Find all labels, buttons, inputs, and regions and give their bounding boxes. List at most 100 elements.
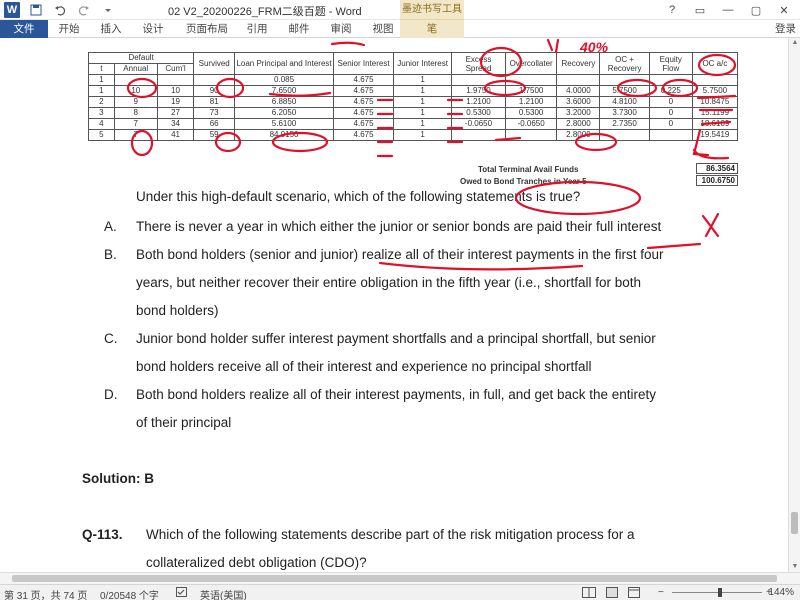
table-cell: 27 bbox=[156, 107, 195, 119]
document-page[interactable]: Default Survived Loan Principal and Inte… bbox=[0, 38, 800, 572]
window-controls: ? ▭ — ▢ ✕ bbox=[660, 1, 796, 19]
tab-insert[interactable]: 插入 bbox=[94, 20, 128, 38]
read-mode-icon[interactable] bbox=[582, 587, 596, 600]
table-cell: 0.085 bbox=[234, 74, 334, 86]
save-icon[interactable] bbox=[28, 2, 44, 18]
table-cell: 2.7350 bbox=[599, 118, 650, 130]
vertical-scrollbar[interactable]: ▲ ▼ bbox=[788, 38, 800, 572]
horizontal-scroll-thumb[interactable] bbox=[12, 575, 777, 582]
undo-icon[interactable] bbox=[52, 2, 68, 18]
option-d-letter: D. bbox=[104, 387, 118, 402]
table-cell bbox=[156, 74, 195, 86]
table-cell: 2.8000 bbox=[556, 129, 601, 141]
table-cell bbox=[451, 74, 506, 86]
summary-value-terminal-funds: 86.3564 bbox=[696, 163, 738, 174]
header-survived: Survived bbox=[193, 52, 236, 75]
table-row: 1 0.085 4.675 1 bbox=[88, 74, 739, 86]
table-cell: 4.8100 bbox=[599, 96, 650, 108]
table-cell: 15.1199 bbox=[691, 107, 739, 119]
table-row: 1 10 10 90 7.6500 4.675 1 1.9750 1.7500 4.0000 5.7… bbox=[88, 85, 739, 97]
table-cell: 1.2100 bbox=[451, 96, 506, 108]
table-cell bbox=[504, 129, 558, 141]
zoom-level[interactable]: 144% bbox=[768, 587, 794, 598]
redo-icon[interactable] bbox=[76, 2, 92, 18]
scroll-down-icon[interactable]: ▼ bbox=[789, 562, 800, 572]
table-cell: -0.0650 bbox=[451, 118, 506, 130]
option-b-line-2: years, but neither recover their entire … bbox=[136, 275, 642, 290]
summary-value-owed-tranches: 100.6750 bbox=[696, 175, 738, 186]
zoom-slider[interactable] bbox=[672, 592, 762, 593]
tab-view[interactable]: 视图 bbox=[366, 20, 400, 38]
print-layout-icon[interactable] bbox=[606, 587, 618, 600]
ribbon-display-icon[interactable]: ▭ bbox=[688, 1, 712, 19]
zoom-out-icon[interactable]: − bbox=[658, 587, 664, 598]
table-cell: 4.0000 bbox=[556, 85, 601, 97]
ribbon-tab-bar: 文件 开始 插入 设计 页面布局 引用 邮件 审阅 视图 笔 登录 bbox=[0, 20, 800, 38]
zoom-slider-handle[interactable] bbox=[718, 588, 722, 597]
option-c-letter: C. bbox=[104, 331, 118, 346]
table-cell: 73 bbox=[193, 107, 236, 119]
summary-label-owed-tranches: Owed to Bond Tranches in Year 5 bbox=[460, 177, 587, 186]
language-indicator[interactable]: 英语(美国) bbox=[200, 587, 247, 600]
table-cell: 1 bbox=[393, 107, 453, 119]
header-t: t bbox=[88, 63, 115, 75]
table-cell: 3.7300 bbox=[599, 107, 650, 119]
question-stem: Under this high-default scenario, which … bbox=[136, 189, 581, 204]
table-cell: 0.225 bbox=[648, 85, 693, 97]
minimize-icon[interactable]: — bbox=[716, 1, 740, 19]
tab-layout[interactable]: 页面布局 bbox=[178, 20, 236, 38]
table-cell: 1.2100 bbox=[504, 96, 558, 108]
table-cell: 9 bbox=[113, 96, 158, 108]
table-cell: 4.675 bbox=[332, 118, 395, 130]
next-question-line-2: collateralized debt obligation (CDO)? bbox=[146, 555, 367, 570]
tab-references[interactable]: 引用 bbox=[240, 20, 274, 38]
header-senior-interest: Senior Interest bbox=[332, 52, 395, 75]
header-annual: Annual bbox=[113, 63, 158, 75]
tab-home[interactable]: 开始 bbox=[52, 20, 86, 38]
option-d-line-2: of their principal bbox=[136, 415, 232, 430]
group-header-default: Default bbox=[87, 52, 195, 64]
option-d-line-1: Both bond holders realize all of their i… bbox=[136, 387, 657, 402]
option-b-line-1: Both bond holders (senior and junior) re… bbox=[136, 247, 664, 262]
table-cell: 0.5300 bbox=[504, 107, 558, 119]
customize-icon[interactable] bbox=[100, 2, 116, 18]
page-count[interactable]: 第 31 页，共 74 页 bbox=[4, 587, 87, 600]
table-cell bbox=[691, 74, 739, 86]
table-cell: 4.675 bbox=[332, 96, 395, 108]
help-icon[interactable]: ? bbox=[660, 1, 684, 19]
table-row: 4 7 34 66 5.6100 4.675 1 -0.0650 -0.0650 2.8000 2.… bbox=[88, 118, 739, 130]
word-count[interactable]: 0/20548 个字 bbox=[100, 587, 159, 600]
tab-pen[interactable]: 笔 bbox=[400, 20, 464, 38]
web-layout-icon[interactable] bbox=[628, 587, 640, 600]
title-bar: W 02 V2_20200226_FRM二级百题 - Word 墨迹书写工具 ?… bbox=[0, 0, 800, 20]
option-b-letter: B. bbox=[104, 247, 117, 262]
header-junior-interest: Junior Interest bbox=[393, 52, 453, 75]
table-cell: 7.6500 bbox=[234, 85, 334, 97]
restore-icon[interactable]: ▢ bbox=[744, 1, 768, 19]
tab-review[interactable]: 审阅 bbox=[324, 20, 358, 38]
tab-design[interactable]: 设计 bbox=[136, 20, 170, 38]
table-cell: 5 bbox=[88, 129, 115, 141]
horizontal-scrollbar[interactable] bbox=[0, 572, 800, 584]
close-icon[interactable]: ✕ bbox=[772, 1, 796, 19]
table-cell: 10 bbox=[113, 85, 158, 97]
tab-file[interactable]: 文件 bbox=[0, 20, 48, 38]
header-overcollater: Overcollater bbox=[504, 52, 558, 75]
table-cell bbox=[599, 74, 650, 86]
table-cell: 41 bbox=[156, 129, 195, 141]
table-cell: 0 bbox=[648, 118, 693, 130]
ink-underline-option-b bbox=[378, 261, 584, 271]
table-cell: 1 bbox=[88, 85, 115, 97]
ink-x-option-a bbox=[701, 212, 720, 238]
quick-access-toolbar: W bbox=[4, 2, 116, 18]
login-link[interactable]: 登录 bbox=[775, 20, 796, 38]
document-title: 02 V2_20200226_FRM二级百题 - Word bbox=[168, 6, 362, 18]
table-cell bbox=[648, 129, 693, 141]
table-cell bbox=[556, 74, 601, 86]
scroll-up-icon[interactable]: ▲ bbox=[789, 38, 800, 48]
vertical-scroll-thumb[interactable] bbox=[791, 512, 798, 534]
table-cell: 5.7500 bbox=[691, 85, 739, 97]
proofing-icon[interactable] bbox=[176, 587, 188, 600]
tab-mailings[interactable]: 邮件 bbox=[282, 20, 316, 38]
word-app-icon[interactable]: W bbox=[4, 2, 20, 18]
